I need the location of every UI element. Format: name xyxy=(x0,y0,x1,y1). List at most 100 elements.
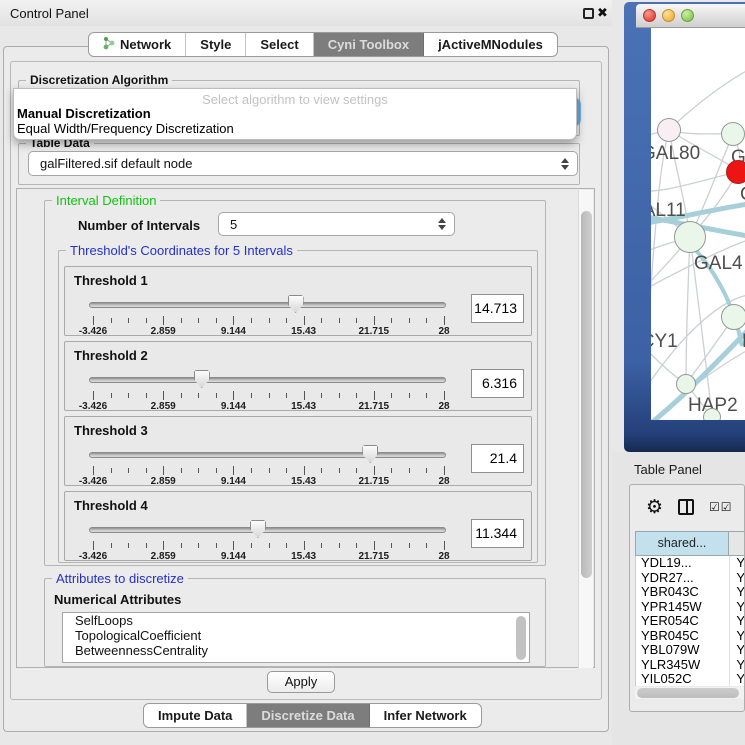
table-row[interactable]: YER054CYER0 xyxy=(636,614,745,629)
threshold-1-box: Threshold 1 -3.4262.8599.14415.4321.71528… xyxy=(64,266,532,336)
threshold-1-value[interactable]: 14.713 xyxy=(471,294,524,323)
zoom-traffic-light[interactable] xyxy=(681,9,694,22)
scrollbar-thumb[interactable] xyxy=(637,688,739,698)
cell-name: YLR3 xyxy=(729,658,745,673)
attribute-item[interactable]: TopologicalCoefficient xyxy=(63,628,529,643)
apply-button[interactable]: Apply xyxy=(267,671,335,693)
network-node-8[interactable] xyxy=(703,408,721,420)
tick-label: 2.859 xyxy=(151,326,176,337)
settings-vertical-scrollbar[interactable] xyxy=(578,190,593,668)
table-row[interactable]: YBR045CYBR0 xyxy=(636,629,745,644)
tick-mark xyxy=(146,393,147,398)
slider-track[interactable] xyxy=(89,452,446,458)
interval-definition-title: Interval Definition xyxy=(52,193,160,208)
tick-mark xyxy=(269,468,270,473)
slider-track[interactable] xyxy=(89,377,446,383)
tick-mark xyxy=(269,318,270,323)
threshold-2-value[interactable]: 6.316 xyxy=(471,369,524,398)
network-node-c[interactable] xyxy=(726,160,745,184)
tick-mark xyxy=(286,318,287,323)
scrollbar-thumb[interactable] xyxy=(581,211,592,578)
tick-mark xyxy=(233,316,234,325)
network-window-titlebar[interactable] xyxy=(636,4,745,28)
tick-mark xyxy=(251,468,252,473)
threshold-3-value[interactable]: 21.4 xyxy=(471,444,524,473)
control-panel-title: Control Panel xyxy=(10,6,89,21)
slider-track[interactable] xyxy=(89,527,446,533)
network-node-label: GCY1 xyxy=(651,331,678,353)
tab-cyni-toolbox[interactable]: Cyni Toolbox xyxy=(314,33,424,56)
select-columns-icon[interactable]: ☑☑ xyxy=(709,500,733,514)
cell-shared-name: YDL19... xyxy=(636,556,729,571)
slider-thumb[interactable] xyxy=(362,445,378,463)
tab-discretize-data[interactable]: Discretize Data xyxy=(247,704,369,727)
attributes-scrollbar[interactable] xyxy=(515,615,527,661)
slider-thumb[interactable] xyxy=(250,520,266,538)
network-node-h[interactable] xyxy=(721,304,745,330)
table-row[interactable]: YIL052CYIL0 xyxy=(636,672,745,686)
algorithm-option-2[interactable]: Equal Width/Frequency Discretization xyxy=(14,121,576,136)
number-of-intervals-combo[interactable]: 5 xyxy=(218,212,455,236)
table-row[interactable]: YBR043CYBR0 xyxy=(636,585,745,600)
tick-mark xyxy=(339,318,340,323)
close-traffic-light[interactable] xyxy=(643,9,656,22)
network-canvas[interactable]: GAL80GACGAL11GAL4GCY1HHAP2 xyxy=(651,28,745,420)
close-icon[interactable]: ✖ xyxy=(597,5,608,21)
table-panel-region: Table Panel ⚙ ☑☑ shared... na YDL19...YD… xyxy=(612,452,745,745)
tab-network[interactable]: Network xyxy=(89,33,186,56)
minimize-traffic-light[interactable] xyxy=(662,9,675,22)
threshold-1-slider: -3.4262.8599.14415.4321.71528 xyxy=(65,293,475,337)
gear-icon[interactable]: ⚙ xyxy=(646,498,663,517)
threshold-4-value[interactable]: 11.344 xyxy=(471,519,524,548)
algorithm-option-1[interactable]: Manual Discretization xyxy=(14,106,576,121)
tick-mark xyxy=(181,393,182,398)
tab-select[interactable]: Select xyxy=(246,33,313,56)
tab-infer-network[interactable]: Infer Network xyxy=(370,704,481,727)
float-window-icon[interactable] xyxy=(583,8,594,19)
network-node-ga[interactable] xyxy=(721,122,745,146)
attribute-item[interactable]: SelfLoops xyxy=(63,613,529,628)
tick-mark xyxy=(374,466,375,475)
scrollbar-thumb[interactable] xyxy=(516,616,526,660)
table-row[interactable]: YLR345WYLR3 xyxy=(636,658,745,673)
tick-label: 28 xyxy=(438,551,449,562)
threshold-4-label: Threshold 4 xyxy=(74,498,148,513)
slider-thumb[interactable] xyxy=(194,370,210,388)
control-panel-titlebar: Control Panel ✖ xyxy=(0,0,612,26)
tick-mark xyxy=(444,466,445,475)
column-header-name[interactable]: na xyxy=(729,531,745,556)
tick-mark xyxy=(93,316,94,325)
tab-impute-data[interactable]: Impute Data xyxy=(144,704,247,727)
table-row[interactable]: YDL19...YDL1 xyxy=(636,556,745,571)
top-tab-bar: NetworkStyleSelect Cyni Toolbox jActiveMNo… xyxy=(88,32,558,57)
tick-mark xyxy=(146,318,147,323)
table-row[interactable]: YDR27...YDR2 xyxy=(636,571,745,586)
tab-cyni-toolbox-label: Cyni Toolbox xyxy=(328,37,409,52)
threshold-3-slider: -3.4262.8599.14415.4321.71528 xyxy=(65,443,475,487)
table-horizontal-scrollbar[interactable] xyxy=(635,687,745,699)
network-node-gal80[interactable] xyxy=(657,118,681,142)
threshold-1-label: Threshold 1 xyxy=(74,273,148,288)
threshold-3-label: Threshold 3 xyxy=(74,423,148,438)
cell-shared-name: YLR345W xyxy=(636,658,729,673)
bottom-tab-bar: Impute DataDiscretize DataInfer Network xyxy=(143,703,482,728)
tab-jactivemnodules[interactable]: jActiveMNodules xyxy=(424,33,557,56)
tab-style[interactable]: Style xyxy=(186,33,246,56)
tick-mark xyxy=(111,318,112,323)
network-node-label: C xyxy=(740,184,745,206)
attribute-item[interactable]: BetweennessCentrality xyxy=(63,643,529,658)
column-header-shared-name[interactable]: shared... xyxy=(635,531,729,556)
table-row[interactable]: YPR145WYPR1 xyxy=(636,600,745,615)
network-node-gal4[interactable] xyxy=(674,221,706,253)
table-data-combo[interactable]: galFiltered.sif default node xyxy=(28,151,578,176)
slider-thumb[interactable] xyxy=(288,295,304,313)
number-of-intervals-value: 5 xyxy=(230,217,237,232)
slider-track[interactable] xyxy=(89,302,446,308)
column-layout-icon[interactable] xyxy=(678,499,694,515)
network-node-hap2[interactable] xyxy=(676,374,696,394)
cell-shared-name: YBR043C xyxy=(636,585,729,600)
tick-mark xyxy=(409,543,410,548)
tick-mark xyxy=(304,316,305,325)
tick-mark xyxy=(409,393,410,398)
table-row[interactable]: YBL079WYBL0 xyxy=(636,643,745,658)
